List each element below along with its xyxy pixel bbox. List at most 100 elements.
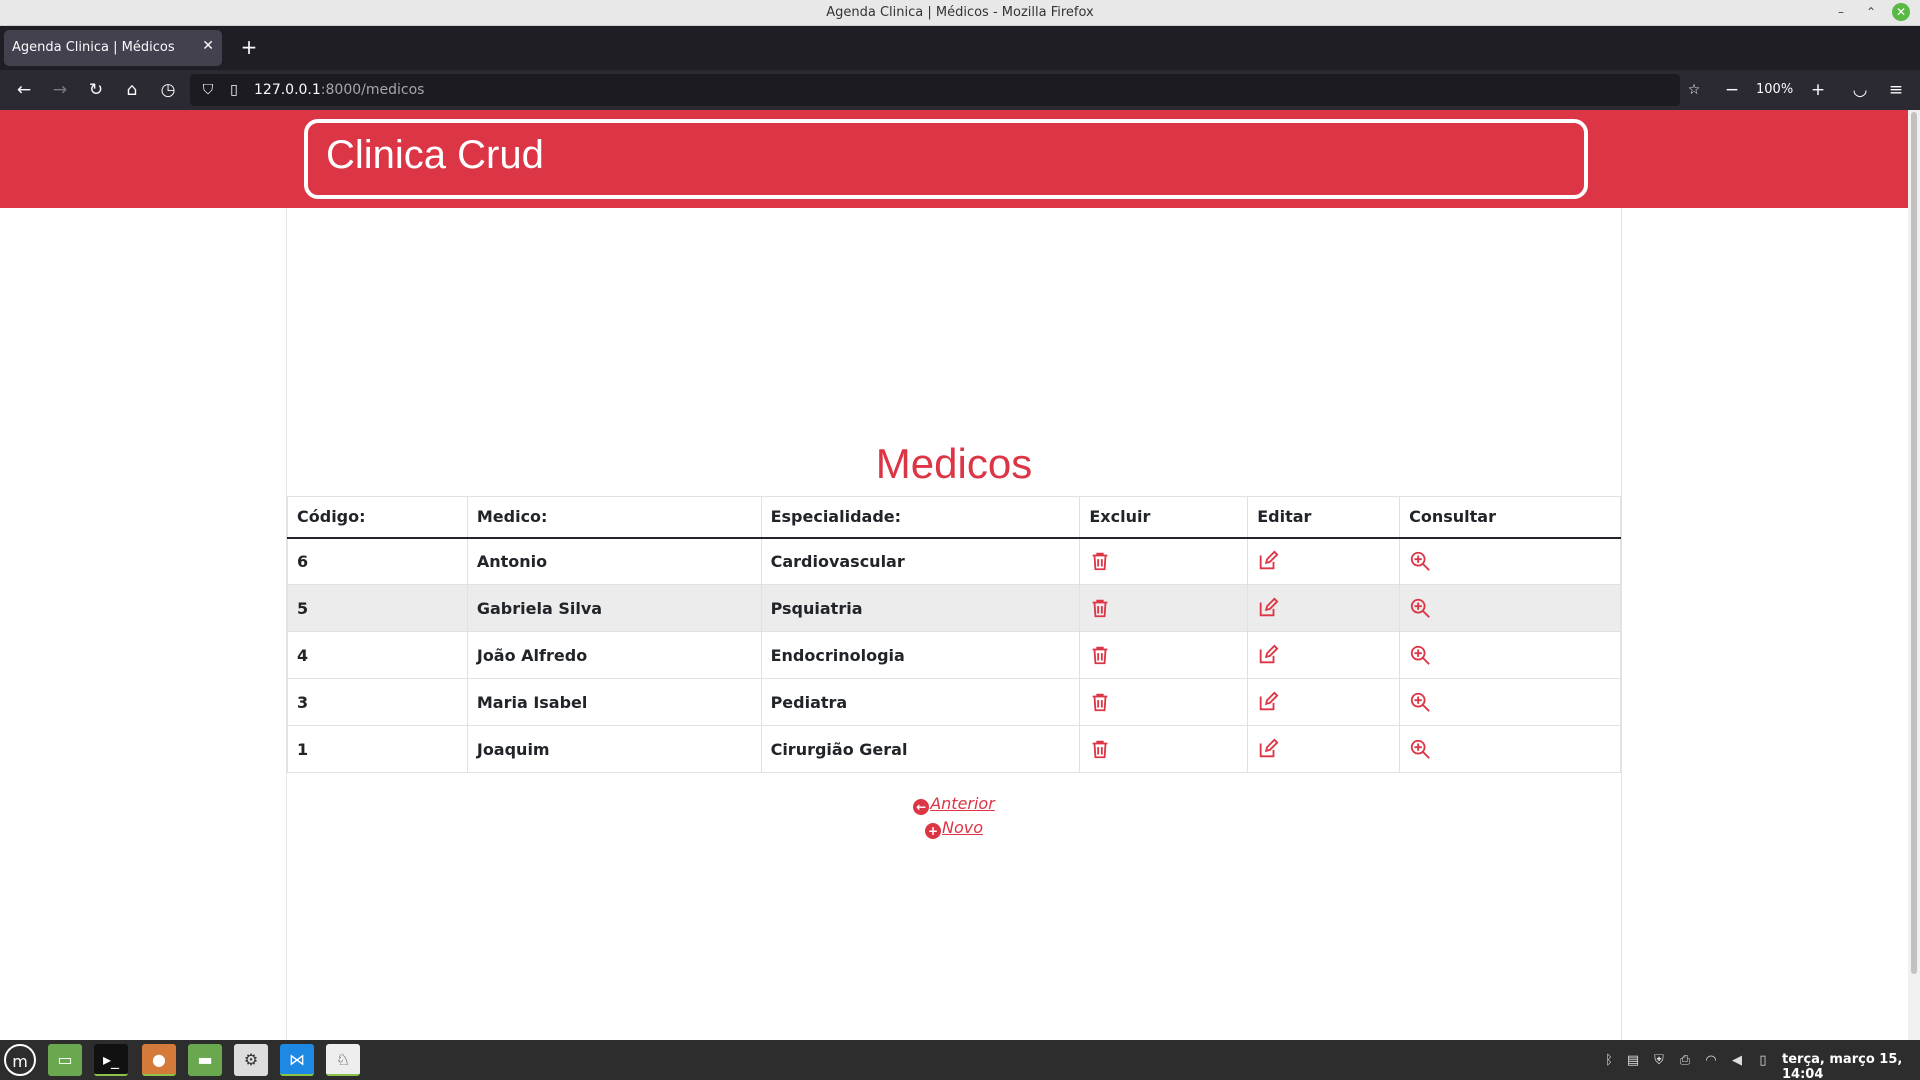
table-row: 6 Antonio Cardiovascular xyxy=(287,537,1621,585)
bluetooth-icon[interactable]: ᛒ xyxy=(1600,1052,1618,1070)
zoom-in-browser-icon[interactable]: + xyxy=(1806,78,1830,102)
brand-title[interactable]: Clinica Crud xyxy=(326,133,544,178)
maximize-icon[interactable]: ⌃ xyxy=(1862,3,1880,21)
reload-icon[interactable]: ↻ xyxy=(84,78,108,102)
table-row: 4 João Alfredo Endocrinologia xyxy=(287,631,1621,679)
cell-consultar xyxy=(1399,631,1621,679)
zoom-out-icon[interactable]: − xyxy=(1720,78,1744,102)
header-excluir: Excluir xyxy=(1079,496,1249,539)
edit-icon[interactable] xyxy=(1257,644,1279,666)
header-medico: Medico: xyxy=(466,496,762,539)
table-row: 5 Gabriela Silva Psquiatria xyxy=(287,584,1621,632)
trash-icon[interactable] xyxy=(1089,738,1111,760)
zoom-in-icon[interactable] xyxy=(1409,597,1431,619)
trash-icon[interactable] xyxy=(1089,550,1111,572)
novo-row: + Novo xyxy=(287,816,1621,840)
menu-start-icon[interactable]: m xyxy=(4,1044,36,1076)
tab-title: Agenda Clinica | Médicos xyxy=(12,40,175,55)
cell-codigo: 5 xyxy=(287,584,468,632)
cell-especialidade: Cirurgião Geral xyxy=(760,725,1081,773)
zoom-in-icon[interactable] xyxy=(1409,738,1431,760)
pocket-icon[interactable]: ◡ xyxy=(1848,78,1872,102)
clipboard-icon[interactable]: ▤ xyxy=(1624,1052,1642,1070)
vscode-icon[interactable]: ⋈ xyxy=(280,1044,314,1076)
cell-editar xyxy=(1247,537,1401,585)
table-row: 1 Joaquim Cirurgião Geral xyxy=(287,725,1621,773)
cell-medico: João Alfredo xyxy=(466,631,762,679)
tab-close-icon[interactable]: ✕ xyxy=(202,38,214,54)
trash-icon[interactable] xyxy=(1089,644,1111,666)
close-window-icon[interactable]: ✕ xyxy=(1892,3,1910,21)
forward-icon[interactable]: → xyxy=(48,78,72,102)
battery-icon[interactable]: ▯ xyxy=(1754,1052,1772,1070)
cell-excluir xyxy=(1079,537,1249,585)
cell-excluir xyxy=(1079,725,1249,773)
table-body: 6 Antonio Cardiovascular 5 Gabriela Silv… xyxy=(287,537,1621,773)
window-title: Agenda Clinica | Médicos - Mozilla Firef… xyxy=(826,5,1094,20)
tab-active[interactable]: Agenda Clinica | Médicos ✕ xyxy=(4,30,222,66)
cell-editar xyxy=(1247,678,1401,726)
cell-consultar xyxy=(1399,678,1621,726)
anterior-link[interactable]: Anterior xyxy=(930,794,995,813)
cell-codigo: 1 xyxy=(287,725,468,773)
settings-icon[interactable]: ⚙ xyxy=(234,1044,268,1076)
shield-icon[interactable]: ⛉ xyxy=(198,80,218,100)
terminal-icon[interactable]: ▸_ xyxy=(94,1044,128,1076)
edit-icon[interactable] xyxy=(1257,550,1279,572)
cell-consultar xyxy=(1399,725,1621,773)
new-tab-icon[interactable]: + xyxy=(236,34,262,60)
trash-icon[interactable] xyxy=(1089,691,1111,713)
home-icon[interactable]: ⌂ xyxy=(120,78,144,102)
menu-icon[interactable]: ≡ xyxy=(1884,78,1908,102)
show-desktop-icon[interactable]: ▭ xyxy=(48,1044,82,1076)
bookmark-star-icon[interactable]: ☆ xyxy=(1684,80,1704,100)
history-icon[interactable]: ◷ xyxy=(156,78,180,102)
url-bar[interactable]: ⛉ ▯ 127.0.0.1:8000/medicos ☆ xyxy=(190,74,1700,106)
url-text[interactable]: 127.0.0.1:8000/medicos xyxy=(254,82,424,98)
cell-medico: Joaquim xyxy=(466,725,762,773)
cell-codigo: 6 xyxy=(287,537,468,585)
edit-icon[interactable] xyxy=(1257,691,1279,713)
cell-especialidade: Endocrinologia xyxy=(760,631,1081,679)
firefox-icon[interactable]: ● xyxy=(142,1044,176,1076)
zoom-level[interactable]: 100% xyxy=(1756,82,1793,97)
trash-icon[interactable] xyxy=(1089,597,1111,619)
site-header: Clinica Crud xyxy=(0,110,1908,208)
page-viewport: Clinica Crud Medicos Código: Medico: Esp… xyxy=(0,110,1908,1040)
zoom-in-icon[interactable] xyxy=(1409,644,1431,666)
edit-icon[interactable] xyxy=(1257,738,1279,760)
cell-excluir xyxy=(1079,631,1249,679)
plus-circle-icon[interactable]: + xyxy=(924,823,941,839)
back-icon[interactable]: ← xyxy=(12,78,36,102)
security-shield-icon[interactable]: ⛨ xyxy=(1650,1052,1668,1070)
scrollbar-thumb[interactable] xyxy=(1911,112,1917,974)
edit-icon[interactable] xyxy=(1257,597,1279,619)
app-icon[interactable]: ♘ xyxy=(326,1044,360,1076)
novo-link[interactable]: Novo xyxy=(942,818,983,837)
wifi-icon[interactable]: ◠ xyxy=(1702,1052,1720,1070)
minimize-icon[interactable]: – xyxy=(1832,3,1850,21)
clock[interactable]: terça, março 15, 14:04 xyxy=(1782,1052,1920,1080)
taskbar: m ▭ ▸_ ● ▬ ⚙ ⋈ ♘ ᛒ ▤ ⛨ ⎙ ◠ ◀ ▯ terça, ma… xyxy=(0,1040,1920,1080)
page-icon[interactable]: ▯ xyxy=(224,80,244,100)
printer-icon[interactable]: ⎙ xyxy=(1676,1052,1694,1070)
cell-medico: Maria Isabel xyxy=(466,678,762,726)
cell-excluir xyxy=(1079,678,1249,726)
url-host: 127.0.0.1 xyxy=(254,82,321,98)
header-consultar: Consultar xyxy=(1399,496,1621,539)
volume-icon[interactable]: ◀ xyxy=(1728,1052,1746,1070)
pagination-links: ← Anterior + Novo xyxy=(287,792,1621,840)
files-icon[interactable]: ▬ xyxy=(188,1044,222,1076)
zoom-in-icon[interactable] xyxy=(1409,550,1431,572)
header-especialidade: Especialidade: xyxy=(760,496,1081,539)
cell-editar xyxy=(1247,584,1401,632)
cell-medico: Gabriela Silva xyxy=(466,584,762,632)
page-scrollbar[interactable] xyxy=(1908,110,1920,1040)
zoom-in-icon[interactable] xyxy=(1409,691,1431,713)
arrow-left-circle-icon[interactable]: ← xyxy=(913,799,930,815)
window-titlebar: Agenda Clinica | Médicos - Mozilla Firef… xyxy=(0,0,1920,26)
header-editar: Editar xyxy=(1247,496,1401,539)
cell-codigo: 3 xyxy=(287,678,468,726)
cell-especialidade: Pediatra xyxy=(760,678,1081,726)
url-path: :8000/medicos xyxy=(320,82,425,98)
